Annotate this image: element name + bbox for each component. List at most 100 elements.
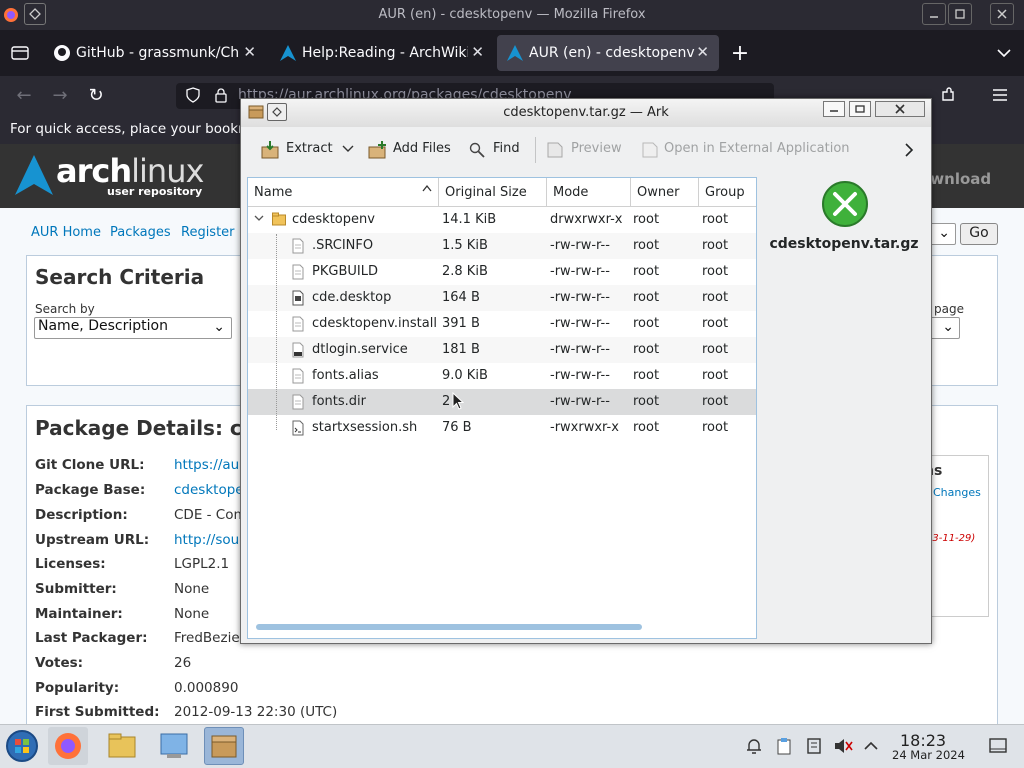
extensions-icon[interactable] — [938, 85, 958, 105]
folder-row[interactable]: cdesktopenv 14.1 KiB drwxrwxr-x root root — [248, 207, 756, 233]
taskbar-firefox-icon[interactable] — [48, 727, 88, 765]
file-size: 181 B — [442, 342, 480, 357]
package-base-link[interactable]: cdesktope — [174, 482, 244, 498]
chevron-up-icon[interactable] — [862, 736, 880, 756]
close-icon[interactable] — [990, 3, 1014, 25]
file-row[interactable]: .SRCINFO 1.5 KiB -rw-rw-r-- root root — [248, 233, 756, 259]
file-owner: root — [633, 212, 660, 227]
chevron-down-icon[interactable] — [342, 142, 354, 156]
ark-app-icon — [247, 103, 265, 121]
view-changes-link[interactable]: Changes — [933, 486, 981, 499]
file-name: startxsession.sh — [312, 420, 418, 435]
tree-line — [276, 234, 277, 430]
show-desktop-icon[interactable] — [988, 736, 1008, 756]
sort-ascending-icon — [422, 184, 432, 192]
file-group: root — [702, 368, 729, 383]
close-icon[interactable] — [875, 101, 925, 117]
arch-logo-icon — [14, 154, 54, 196]
last-packager-value: FredBezies — [174, 630, 247, 646]
chevron-down-icon[interactable] — [254, 211, 264, 225]
file-name: dtlogin.service — [312, 342, 408, 357]
maximize-icon[interactable] — [948, 3, 972, 25]
file-row[interactable]: fonts.alias 9.0 KiB -rw-rw-r-- root root — [248, 363, 756, 389]
tab-close-icon[interactable]: ✕ — [240, 43, 256, 61]
script-file-icon — [292, 420, 306, 436]
archive-filename: cdesktopenv.tar.gz — [769, 236, 919, 252]
preview-button[interactable]: Preview — [571, 141, 622, 156]
add-files-button[interactable]: Add Files — [393, 141, 451, 156]
file-group: root — [702, 290, 729, 305]
tab-archwiki[interactable]: Help:Reading - ArchWiki ✕ — [270, 35, 494, 71]
notifications-icon[interactable] — [744, 736, 764, 756]
tab-close-icon[interactable]: ✕ — [696, 43, 709, 61]
archive-tools-icon — [820, 179, 870, 229]
clock-date[interactable]: 24 Mar 2024 — [892, 748, 965, 762]
start-menu-icon[interactable] — [4, 728, 40, 764]
package-details-title: Package Details: cd — [35, 416, 257, 440]
chevron-right-icon[interactable] — [901, 141, 917, 159]
minimize-icon[interactable] — [922, 3, 946, 25]
file-group: root — [702, 264, 729, 279]
tab-aur[interactable]: AUR (en) - cdesktopenv ✕ — [497, 35, 719, 71]
tab-close-icon[interactable]: ✕ — [468, 43, 484, 61]
taskbar-ark-icon[interactable] — [204, 727, 244, 765]
text-file-icon — [292, 394, 306, 410]
votes-value: 26 — [174, 655, 192, 671]
new-tab-icon[interactable]: + — [728, 41, 752, 66]
extract-button[interactable]: Extract — [286, 141, 333, 156]
detail-label: Description: — [35, 507, 128, 523]
clipboard-icon[interactable] — [774, 736, 794, 756]
file-row[interactable]: cde.desktop 164 B -rw-rw-r-- root root — [248, 285, 756, 311]
column-header-group[interactable]: Group — [699, 178, 756, 207]
search-by-select[interactable]: Name, Description ⌄ — [34, 317, 232, 339]
list-tabs-icon[interactable] — [992, 42, 1016, 64]
file-row[interactable]: cdesktopenv.install 391 B -rw-rw-r-- root ro… — [248, 311, 756, 337]
file-mode: -rw-rw-r-- — [550, 264, 610, 279]
column-header-owner[interactable]: Owner — [631, 178, 699, 207]
window-title: AUR (en) - cdesktopenv — Mozilla Firefox — [378, 7, 646, 22]
taskbar-file-manager-icon[interactable] — [102, 727, 142, 765]
toolbar-separator — [535, 137, 536, 163]
file-owner: root — [633, 420, 660, 435]
upstream-url-link[interactable]: http://sou — [174, 532, 239, 548]
search-type-select[interactable]: ⌄ — [930, 223, 956, 245]
nav-aur-home[interactable]: AUR Home — [31, 225, 101, 240]
open-external-button[interactable]: Open in External Application — [664, 141, 850, 156]
back-icon[interactable]: ← — [14, 85, 34, 106]
service-file-icon — [292, 342, 306, 358]
tab-overview-icon[interactable] — [10, 44, 30, 62]
reload-icon[interactable]: ↻ — [86, 85, 106, 106]
column-header-name[interactable]: Name — [248, 178, 439, 207]
horizontal-scrollbar[interactable] — [256, 624, 642, 630]
nav-packages[interactable]: Packages — [110, 225, 171, 240]
column-header-size[interactable]: Original Size — [439, 178, 547, 207]
minimize-icon[interactable] — [823, 101, 845, 117]
file-name: cdesktopenv.install — [312, 316, 437, 331]
nav-register[interactable]: Register — [181, 225, 235, 240]
column-header-mode[interactable]: Mode — [547, 178, 631, 207]
file-row[interactable]: startxsession.sh 76 B -rwxrwxr-x root root — [248, 415, 756, 441]
file-mode: -rw-rw-r-- — [550, 394, 610, 409]
menu-icon[interactable] — [990, 85, 1010, 105]
lock-icon[interactable] — [212, 86, 230, 104]
device-icon[interactable] — [804, 736, 824, 756]
git-clone-url-link[interactable]: https://au — [174, 457, 239, 473]
per-page-select[interactable]: ⌄ — [930, 317, 960, 339]
github-icon — [53, 44, 71, 62]
window-menu-icon[interactable] — [267, 103, 287, 121]
shield-icon[interactable] — [184, 86, 202, 104]
tab-github[interactable]: GitHub - grassmunk/Chic ✕ — [44, 35, 266, 71]
file-row[interactable]: fonts.dir 2 -rw-rw-r-- root root — [248, 389, 756, 415]
file-group: root — [702, 316, 729, 331]
file-row[interactable]: PKGBUILD 2.8 KiB -rw-rw-r-- root root — [248, 259, 756, 285]
maximize-icon[interactable] — [849, 101, 871, 117]
find-button[interactable]: Find — [493, 141, 520, 156]
file-row[interactable]: dtlogin.service 181 B -rw-rw-r-- root root — [248, 337, 756, 363]
file-size: 2.8 KiB — [442, 264, 488, 279]
file-group: root — [702, 212, 729, 227]
tab-label: AUR (en) - cdesktopenv — [529, 45, 695, 61]
taskbar-terminal-icon[interactable] — [154, 727, 194, 765]
forward-icon[interactable]: → — [50, 85, 70, 106]
volume-muted-icon[interactable] — [832, 736, 854, 756]
go-button[interactable]: Go — [960, 223, 998, 245]
